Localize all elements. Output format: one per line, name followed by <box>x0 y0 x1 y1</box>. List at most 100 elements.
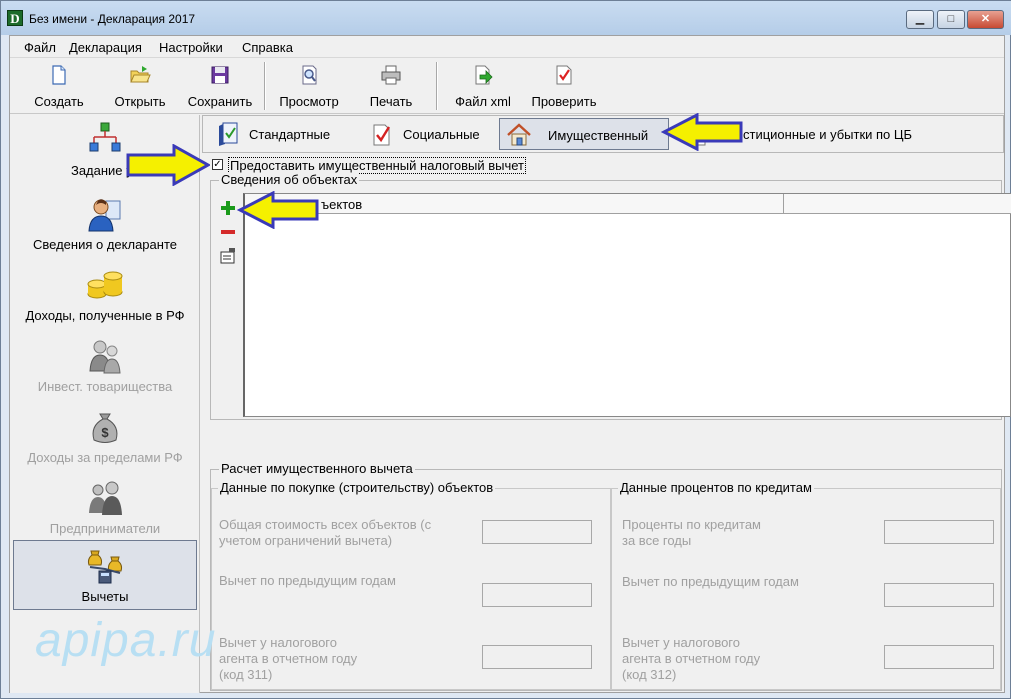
nav-item-deductions[interactable]: Вычеты <box>13 540 197 610</box>
menu-settings[interactable]: Настройки <box>159 40 223 55</box>
nav-label-invest-partnerships: Инвест. товарищества <box>37 379 173 394</box>
annotation-arrow-add-icon <box>237 191 319 229</box>
nav-label-deductions: Вычеты <box>81 589 129 604</box>
tab-standard[interactable]: Стандартные <box>209 118 349 150</box>
agent-deduction-312-label-line: агента в отчетном году <box>622 651 761 666</box>
credit-subgroup: Данные процентов по кредитам Проценты по… <box>611 481 1001 690</box>
tab-property[interactable]: Имущественный <box>499 118 669 150</box>
menu-file[interactable]: Файл <box>24 40 56 55</box>
preview-label: Просмотр <box>279 94 339 109</box>
objects-table[interactable]: ъектов <box>243 193 1011 417</box>
toolbar-separator <box>436 62 438 110</box>
objects-group: Сведения об объектах ъектов <box>210 173 1011 420</box>
agent-deduction-311-label-line: (код 311) <box>219 667 273 682</box>
credit-interest-label-line: Проценты по кредитам <box>622 517 761 532</box>
xml-file-button[interactable]: Файл xml <box>446 62 520 110</box>
total-cost-label: Общая стоимость всех объектов (с учетом … <box>219 517 431 549</box>
prior-years-credit-field[interactable] <box>884 583 994 607</box>
new-button[interactable]: Создать <box>22 62 96 110</box>
total-cost-field[interactable] <box>482 520 592 544</box>
watermark: apipa.ru <box>35 614 217 667</box>
tab-standard-label: Стандартные <box>249 127 331 142</box>
nav-item-declarant[interactable]: Сведения о декларанте <box>13 189 197 259</box>
menu-bar: Файл Декларация Настройки Справка <box>10 36 1004 58</box>
social-deduction-icon <box>373 124 391 146</box>
objects-group-title: Сведения об объектах <box>219 172 360 187</box>
remove-object-button[interactable] <box>219 223 237 241</box>
sidebar-nav: Задание ус Сведения о декларанте Доходы,… <box>10 115 200 693</box>
xml-file-icon <box>475 65 493 85</box>
minimize-button[interactable]: ▁ <box>906 10 934 29</box>
title-bar[interactable]: D Без имени - Декларация 2017 ▁ □ ✕ <box>1 1 1011 35</box>
prior-years-purchase-label-line: Вычет по предыдущим годам <box>219 573 396 588</box>
menu-declaration[interactable]: Декларация <box>69 40 142 55</box>
agent-deduction-312-label-line: (код 312) <box>622 667 677 682</box>
printer-icon <box>381 65 401 85</box>
agent-deduction-312-label: Вычет у налогового агента в отчетном год… <box>622 635 760 683</box>
agent-deduction-312-field[interactable] <box>884 645 994 669</box>
check-button[interactable]: Проверить <box>524 62 604 110</box>
standard-deduction-icon <box>219 122 238 146</box>
calc-group: Расчет имущественного вычета Данные по п… <box>210 462 1002 691</box>
close-button[interactable]: ✕ <box>967 10 1004 29</box>
nav-item-invest-partnerships: Инвест. товарищества <box>13 331 197 401</box>
add-object-button[interactable] <box>219 199 237 217</box>
open-button[interactable]: Открыть <box>102 62 178 110</box>
partners-icon <box>89 340 121 374</box>
agent-deduction-311-label-line: Вычет у налогового <box>219 635 337 650</box>
prior-years-purchase-field[interactable] <box>482 583 592 607</box>
credit-interest-field[interactable] <box>884 520 994 544</box>
maximize-button[interactable]: □ <box>937 10 965 29</box>
nav-label-income-abroad: Доходы за пределами РФ <box>27 450 183 465</box>
agent-deduction-312-label-line: Вычет у налогового <box>622 635 740 650</box>
deduction-tabs: Стандартные Социальные Имущественный сти… <box>202 115 1004 153</box>
menu-help[interactable]: Справка <box>242 40 293 55</box>
objects-table-header: ъектов <box>245 194 1011 214</box>
xml-file-label: Файл xml <box>455 94 511 109</box>
money-bag-icon: $ <box>92 413 118 443</box>
nav-item-income-abroad: $ Доходы за пределами РФ <box>13 402 197 472</box>
edit-object-button[interactable] <box>219 247 237 265</box>
total-cost-label-line: учетом ограничений вычета) <box>219 533 393 548</box>
tab-social[interactable]: Социальные <box>363 118 491 150</box>
business-people-icon <box>89 481 122 515</box>
print-button[interactable]: Печать <box>354 62 428 110</box>
annotation-arrow-tab-icon <box>661 113 743 151</box>
svg-text:$: $ <box>101 425 109 440</box>
scales-icon <box>87 550 123 584</box>
new-document-icon <box>52 65 66 85</box>
tab-investment-label: стиционные и убытки по ЦБ <box>743 127 913 142</box>
credit-subgroup-title: Данные процентов по кредитам <box>618 480 814 495</box>
preview-button[interactable]: Просмотр <box>272 62 346 110</box>
nav-item-income-rf[interactable]: Доходы, полученные в РФ <box>13 260 197 330</box>
tab-social-label: Социальные <box>403 127 480 142</box>
property-deduction-checkbox[interactable]: ✓ <box>212 159 223 170</box>
credit-interest-label-line: за все годы <box>622 533 692 548</box>
column-divider <box>783 194 784 214</box>
nav-label-income-rf: Доходы, полученные в РФ <box>25 308 185 323</box>
annotation-arrow-checkbox-icon <box>126 144 210 186</box>
person-icon <box>88 199 121 232</box>
prior-years-credit-label-line: Вычет по предыдущим годам <box>622 574 799 589</box>
nav-item-entrepreneurs: Предприниматели <box>13 473 197 543</box>
agent-deduction-311-label: Вычет у налогового агента в отчетном год… <box>219 635 357 683</box>
agent-deduction-311-field[interactable] <box>482 645 592 669</box>
objects-column-header[interactable]: ъектов <box>321 197 362 212</box>
toolbar-separator <box>264 62 266 110</box>
save-label: Сохранить <box>187 94 253 109</box>
calc-group-title: Расчет имущественного вычета <box>219 461 415 476</box>
print-label: Печать <box>369 94 413 109</box>
save-button[interactable]: Сохранить <box>182 62 258 110</box>
new-label: Создать <box>34 94 84 109</box>
prior-years-credit-label: Вычет по предыдущим годам <box>622 574 799 590</box>
purchase-subgroup: Данные по покупке (строительству) объект… <box>211 481 611 690</box>
toolbar: Создать Открыть Сохранить Просмотр Печат… <box>10 58 1004 114</box>
house-icon <box>507 123 531 146</box>
client-area: Файл Декларация Настройки Справка Создат… <box>9 35 1011 693</box>
save-disk-icon <box>211 66 229 84</box>
nav-label-declarant: Сведения о декларанте <box>33 237 177 252</box>
tab-property-label: Имущественный <box>548 128 649 143</box>
app-logo-icon: D <box>7 10 23 26</box>
app-window: D Без имени - Декларация 2017 ▁ □ ✕ Файл… <box>0 0 1011 699</box>
preview-magnifier-icon <box>302 65 317 85</box>
